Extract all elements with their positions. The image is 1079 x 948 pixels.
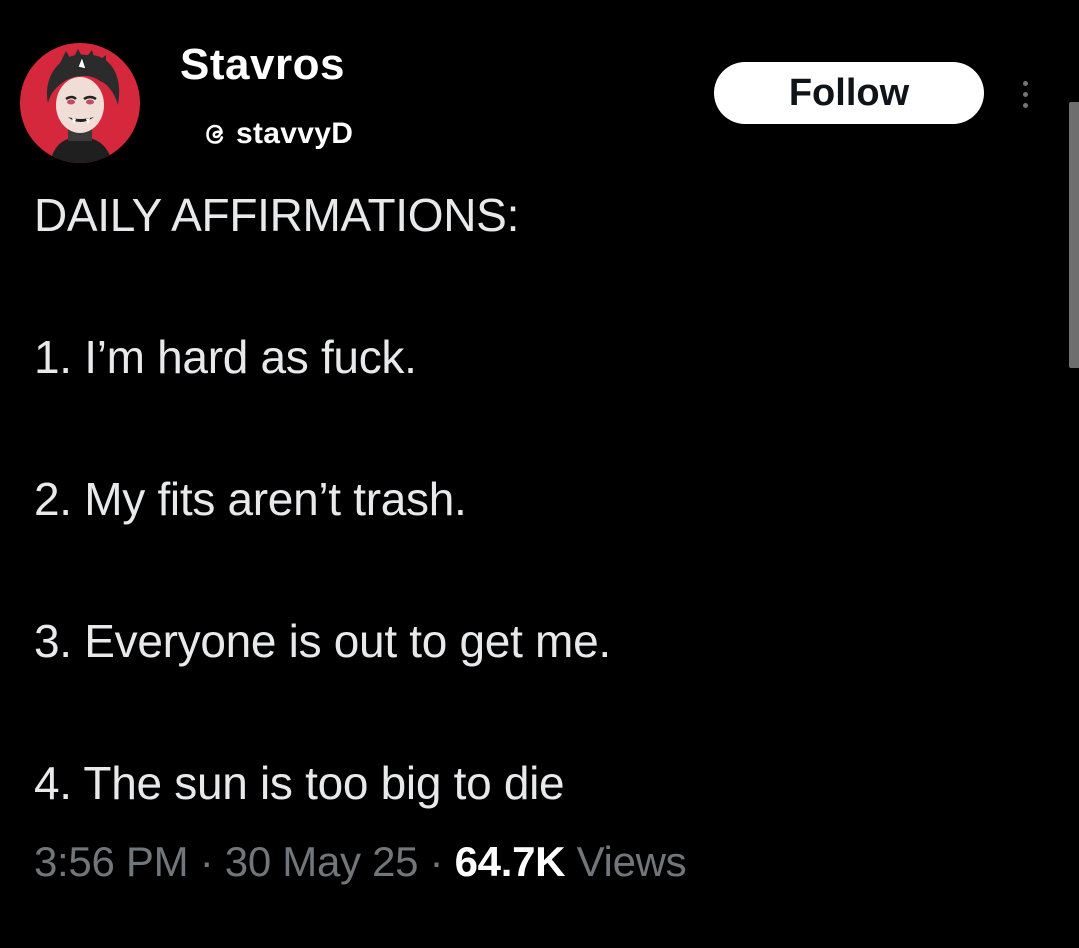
more-options-dot	[1022, 102, 1028, 108]
post-line: 1. I’m hard as fuck.	[34, 331, 417, 383]
more-options-dot	[1022, 80, 1028, 86]
post-meta: 3:56 PM · 30 May 25 · 64.7K Views	[34, 838, 687, 886]
post-line: 2. My fits aren’t trash.	[34, 473, 467, 525]
meta-separator: ·	[188, 838, 225, 885]
avatar-image	[20, 43, 140, 163]
scrollbar[interactable]	[1069, 102, 1079, 368]
author-handle: stavvyD	[236, 117, 354, 150]
more-options-icon[interactable]	[1010, 74, 1040, 114]
post-line: 4. The sun is too big to die	[34, 757, 565, 809]
threads-icon	[200, 119, 230, 149]
follow-button[interactable]: Follow	[714, 62, 984, 124]
post-date[interactable]: 30 May 25	[225, 838, 419, 885]
meta-separator: ·	[418, 838, 455, 885]
avatar[interactable]	[20, 43, 140, 163]
post-heading: DAILY AFFIRMATIONS:	[34, 189, 520, 241]
author-display-name[interactable]: Stavros	[180, 40, 345, 90]
post-time[interactable]: 3:56 PM	[34, 838, 189, 885]
post-line: 3. Everyone is out to get me.	[34, 615, 611, 667]
views-count[interactable]: 64.7K	[455, 838, 566, 885]
views-label: Views	[576, 838, 687, 885]
more-options-dot	[1022, 91, 1028, 97]
author-handle-row[interactable]: stavvyD	[200, 114, 353, 154]
